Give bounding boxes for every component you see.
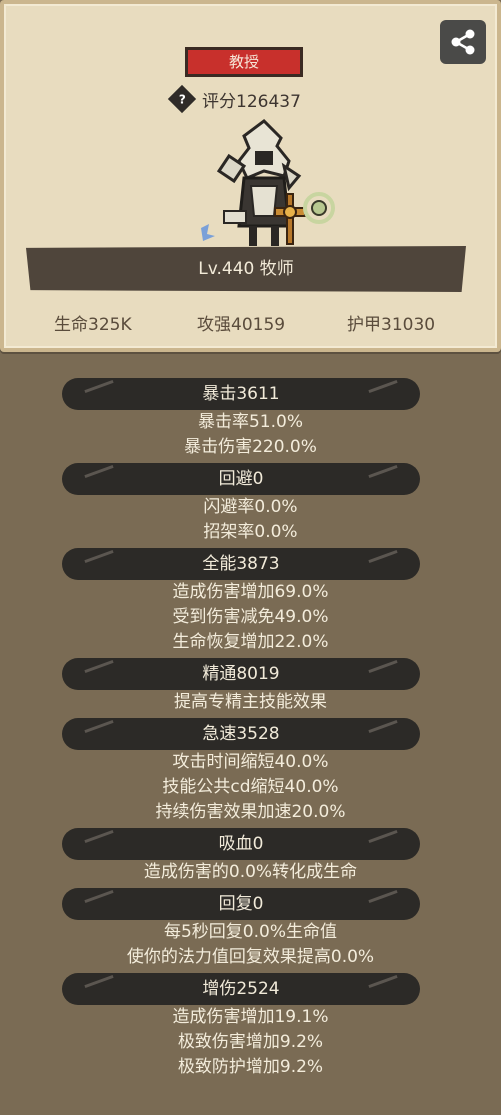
stat-armor: 护甲31030 — [347, 315, 436, 335]
section-line: 招架率0.0% — [203, 522, 298, 542]
section-line: 持续伤害效果加速20.0% — [155, 802, 346, 822]
section-line: 每5秒回复0.0%生命值 — [163, 922, 337, 942]
section-header-avoidance: 回避0 — [62, 463, 420, 495]
section-line: 暴击伤害220.0% — [184, 437, 317, 457]
section-line: 极致伤害增加9.2% — [177, 1032, 324, 1052]
stat-attack: 攻强40159 — [197, 315, 286, 335]
section-line: 攻击时间缩短40.0% — [172, 752, 329, 772]
section-line: 技能公共cd缩短40.0% — [162, 777, 339, 797]
section-header-damage-bonus: 增伤2524 — [62, 973, 420, 1005]
priest-hero-icon — [201, 119, 335, 246]
section-header-regen: 回复0 — [62, 888, 420, 920]
section-line: 造成伤害的0.0%转化成生命 — [143, 862, 358, 882]
score-row: ? 评分126437 — [167, 84, 301, 114]
character-panel: 教授 ? 评分126437 Lv.440 牧师 生命325K 攻强40159 护… — [0, 0, 501, 352]
section-header-crit: 暴击3611 — [62, 378, 420, 410]
share-icon — [451, 29, 475, 55]
section-line: 造成伤害增加19.1% — [172, 1007, 329, 1027]
stat-hp: 生命325K — [54, 315, 132, 335]
base-stats-row: 生命325K 攻强40159 护甲31030 — [4, 310, 501, 338]
section-line: 造成伤害增加69.0% — [172, 582, 329, 602]
section-line: 受到伤害减免49.0% — [172, 607, 329, 627]
section-line: 使你的法力值回复效果提高0.0% — [126, 947, 375, 967]
level-class-bar: Lv.440 牧师 — [26, 246, 466, 292]
score-text: 评分126437 — [202, 91, 301, 112]
section-header-leech: 吸血0 — [62, 828, 420, 860]
help-icon[interactable]: ? — [167, 84, 197, 114]
share-button[interactable] — [440, 20, 486, 64]
section-header-versatility: 全能3873 — [62, 548, 420, 580]
section-header-mastery: 精通8019 — [62, 658, 420, 690]
section-header-haste: 急速3528 — [62, 718, 420, 750]
section-line: 闪避率0.0% — [203, 497, 298, 517]
section-line: 暴击率51.0% — [197, 412, 303, 432]
title-badge: 教授 — [185, 47, 303, 77]
section-line: 极致防护增加9.2% — [177, 1057, 324, 1077]
section-line: 提高专精主技能效果 — [174, 692, 327, 712]
section-line: 生命恢复增加22.0% — [172, 632, 329, 652]
